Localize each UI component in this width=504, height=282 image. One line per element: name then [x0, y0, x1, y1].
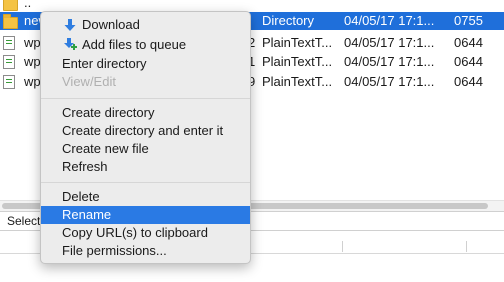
file-permissions: 0644 [454, 74, 483, 89]
menu-item-label: Add files to queue [82, 37, 187, 52]
file-modified: 04/05/17 17:1... [344, 74, 435, 89]
file-type: PlainTextT... [262, 74, 333, 89]
file-permissions: 0644 [454, 54, 483, 69]
file-modified: 04/05/17 17:1... [344, 54, 435, 69]
context-menu: Download Add files to queue Enter direct… [40, 11, 251, 264]
menu-item-label: File permissions... [62, 243, 167, 258]
file-permissions: 0644 [454, 35, 483, 50]
menu-item-label: Copy URL(s) to clipboard [62, 225, 208, 240]
menu-item-create-new-file[interactable]: Create new file [41, 140, 250, 158]
file-permissions: 0755 [454, 13, 483, 28]
folder-icon [3, 14, 18, 29]
menu-item-rename[interactable]: Rename [41, 206, 250, 224]
menu-item-create-directory[interactable]: Create directory [41, 104, 250, 122]
menu-item-label: Refresh [62, 159, 108, 174]
file-name: wp [24, 54, 41, 69]
file-name: wp [24, 35, 41, 50]
menu-item-copy-url[interactable]: Copy URL(s) to clipboard [41, 224, 250, 242]
file-type: PlainTextT... [262, 35, 333, 50]
add-to-queue-icon [64, 38, 77, 50]
menu-item-label: Delete [62, 189, 100, 204]
file-manager-window: .. new Directory 04/05/17 17:1... 0755 w… [0, 0, 504, 282]
document-icon [3, 55, 15, 69]
menu-item-delete[interactable]: Delete [41, 188, 250, 206]
menu-item-file-permissions[interactable]: File permissions... [41, 242, 250, 260]
menu-item-refresh[interactable]: Refresh [41, 158, 250, 176]
download-arrow-icon [64, 19, 76, 31]
folder-icon [3, 0, 18, 11]
file-name: wp [24, 74, 41, 89]
menu-item-label: View/Edit [62, 74, 116, 89]
file-type: PlainTextT... [262, 54, 333, 69]
menu-item-download[interactable]: Download [41, 16, 250, 34]
menu-item-view-edit: View/Edit [41, 73, 250, 91]
menu-item-create-directory-and-enter[interactable]: Create directory and enter it [41, 122, 250, 140]
menu-separator [41, 182, 250, 183]
menu-separator [41, 98, 250, 99]
menu-item-label: Create directory [62, 105, 155, 120]
column-separator[interactable] [466, 241, 467, 252]
document-icon [3, 36, 15, 50]
menu-item-label: Create new file [62, 141, 149, 156]
file-modified: 04/05/17 17:1... [344, 13, 435, 28]
menu-item-label: Rename [62, 207, 112, 222]
file-type: Directory [262, 13, 315, 28]
menu-item-add-files-to-queue[interactable]: Add files to queue [41, 36, 250, 54]
menu-item-label: Enter directory [62, 56, 147, 71]
menu-item-enter-directory[interactable]: Enter directory [41, 55, 250, 73]
menu-item-label: Create directory and enter it [62, 123, 224, 138]
column-separator[interactable] [342, 241, 343, 252]
menu-item-label: Download [82, 17, 140, 32]
file-modified: 04/05/17 17:1... [344, 35, 435, 50]
file-name: .. [24, 0, 32, 10]
document-icon [3, 75, 15, 89]
